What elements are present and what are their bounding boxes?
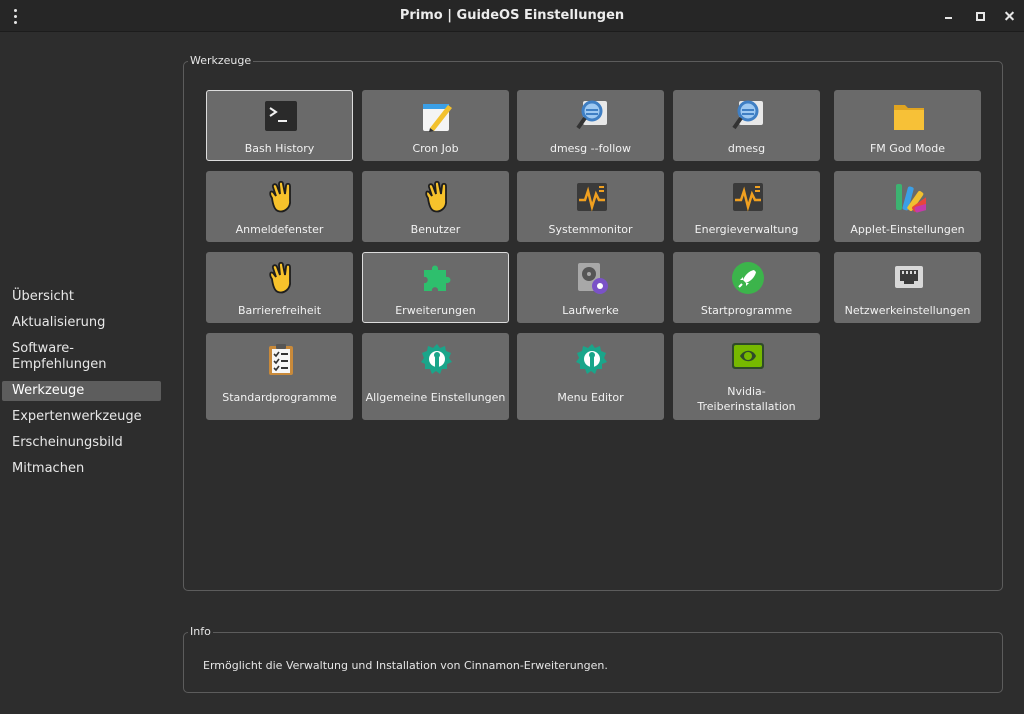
tile-label: Netzwerkeinstellungen [844,304,971,317]
tile-startprogramme[interactable]: Startprogramme [673,252,820,323]
tile-applet-einstellungen[interactable]: Applet-Einstellungen [834,171,981,242]
sidebar-item-software-empfehlungen[interactable]: Software- Empfehlungen [2,339,161,375]
terminal-icon [264,99,298,133]
sidebar-item-expertenwerkzeuge[interactable]: Expertenwerkzeuge [2,407,161,427]
tile-label: Nvidia- Treiberinstallation [697,385,796,413]
tile-dmesg[interactable]: dmesg [673,90,820,161]
activity-monitor-icon [575,180,609,214]
tile-nvidia-treiberinstallation[interactable]: Nvidia- Treiberinstallation [673,333,820,420]
tools-frame-label: Werkzeuge [188,54,254,68]
tile-label: Anmeldefenster [235,223,324,236]
folder-icon [892,99,926,133]
tile-label: Systemmonitor [548,223,633,236]
log-search-icon [575,99,609,133]
waving-hand-icon [264,180,298,214]
tile-label: dmesg [727,142,766,155]
tile-label: Cron Job [412,142,459,155]
tile-menu-editor[interactable]: Menu Editor [517,333,664,420]
tile-label: Menu Editor [557,391,624,404]
tile-fm-god-mode[interactable]: FM God Mode [834,90,981,161]
tile-erweiterungen[interactable]: Erweiterungen [362,252,509,323]
tile-label: FM God Mode [869,142,946,155]
notepad-pencil-icon [420,99,454,133]
tile-netzwerkeinstellungen[interactable]: Netzwerkeinstellungen [834,252,981,323]
tile-label: Energieverwaltung [694,223,799,236]
sidebar-item-werkzeuge[interactable]: Werkzeuge [2,381,161,401]
tile-label: dmesg --follow [549,142,632,155]
puzzle-piece-icon [420,261,454,295]
tile-label: Erweiterungen [395,304,476,317]
waving-hand-icon [264,261,298,295]
tile-cron-job[interactable]: Cron Job [362,90,509,161]
tile-bash-history[interactable]: Bash History [206,90,353,161]
info-frame-label: Info [188,625,213,639]
wrench-gear-icon [575,342,609,376]
sidebar: Übersicht Aktualisierung Software- Empfe… [0,287,165,485]
tools-frame: Werkzeuge Bash History Cron Job dmesg --… [183,54,1003,591]
minimize-icon[interactable] [941,8,957,24]
tile-label: Standardprogramme [222,391,337,404]
log-search-icon [731,99,765,133]
tile-anmeldefenster[interactable]: Anmeldefenster [206,171,353,242]
close-icon[interactable] [1002,8,1018,24]
title-bar: Primo | GuideOS Einstellungen [0,0,1024,32]
wrench-gear-icon [420,342,454,376]
activity-monitor-icon [731,180,765,214]
clipboard-checklist-icon [264,342,298,376]
tile-label: Bash History [244,142,315,155]
info-frame: Info Ermöglicht die Verwaltung und Insta… [183,625,1003,693]
network-port-icon [892,261,926,295]
maximize-icon[interactable] [972,8,988,24]
sidebar-item-mitmachen[interactable]: Mitmachen [2,459,161,479]
disk-settings-icon [575,261,609,295]
tile-systemmonitor[interactable]: Systemmonitor [517,171,664,242]
tile-dmesg-follow[interactable]: dmesg --follow [517,90,664,161]
tile-standardprogramme[interactable]: Standardprogramme [206,333,353,420]
color-palette-icon [892,180,926,214]
tile-energieverwaltung[interactable]: Energieverwaltung [673,171,820,242]
window-title: Primo | GuideOS Einstellungen [399,8,625,23]
tile-laufwerke[interactable]: Laufwerke [517,252,664,323]
tile-label: Startprogramme [700,304,793,317]
tile-allgemeine-einstellungen[interactable]: Allgemeine Einstellungen [362,333,509,420]
nvidia-icon [731,340,765,374]
tile-label: Allgemeine Einstellungen [365,391,506,404]
tile-benutzer[interactable]: Benutzer [362,171,509,242]
tile-label: Benutzer [410,223,461,236]
sidebar-item-erscheinungsbild[interactable]: Erscheinungsbild [2,433,161,453]
rocket-icon [731,261,765,295]
tile-barrierefreiheit[interactable]: Barrierefreiheit [206,252,353,323]
sidebar-item-aktualisierung[interactable]: Aktualisierung [2,313,161,333]
tile-label: Barrierefreiheit [237,304,322,317]
tile-label: Applet-Einstellungen [850,223,965,236]
waving-hand-icon [420,180,454,214]
sidebar-item-uebersicht[interactable]: Übersicht [2,287,161,307]
info-description: Ermöglicht die Verwaltung und Installati… [203,659,608,672]
tile-label: Laufwerke [562,304,619,317]
